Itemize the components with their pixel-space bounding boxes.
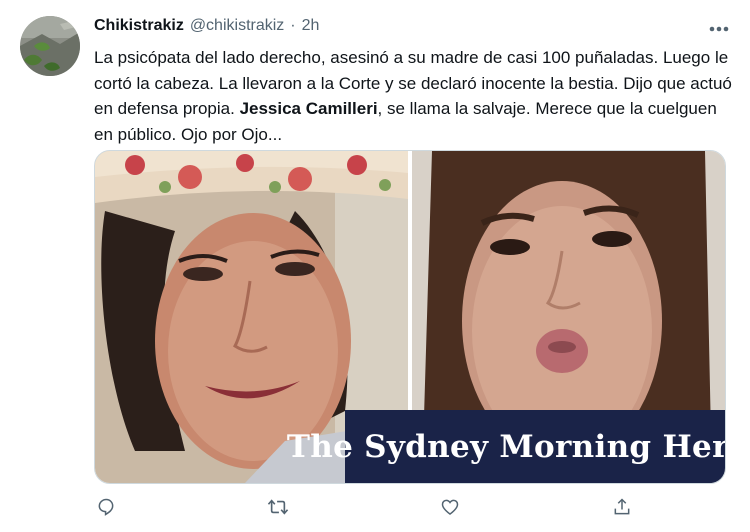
retweet-icon <box>267 499 289 515</box>
tweet-media[interactable]: The Sydney Morning Herald <box>94 150 726 484</box>
more-options-button[interactable] <box>704 14 734 44</box>
retweet-button[interactable] <box>266 495 290 519</box>
avatar[interactable] <box>20 16 80 76</box>
tweet-header: Chikistrakiz @chikistrakiz · 2h <box>94 17 319 39</box>
timestamp[interactable]: 2h <box>302 17 320 35</box>
watermark-banner: The Sydney Morning Herald <box>287 410 726 483</box>
tweet-text-bold-name: Jessica Camilleri <box>239 99 378 118</box>
tweet-actions <box>94 492 634 522</box>
share-button[interactable] <box>610 495 634 519</box>
reply-button[interactable] <box>94 495 118 519</box>
tweet-text: La psicópata del lado derecho, asesinó a… <box>94 45 734 147</box>
user-handle[interactable]: @chikistrakiz <box>190 17 284 35</box>
reply-icon <box>98 498 114 516</box>
watermark-logo-text: The Sydney Morning Herald <box>287 428 726 465</box>
more-horizontal-icon <box>709 26 729 32</box>
display-name[interactable]: Chikistrakiz <box>94 17 184 35</box>
share-icon <box>614 498 630 515</box>
tweet-card[interactable]: Chikistrakiz @chikistrakiz · 2h La psicó… <box>0 0 750 532</box>
like-button[interactable] <box>438 495 462 519</box>
like-heart-icon <box>441 499 459 516</box>
separator-dot: · <box>290 17 296 34</box>
